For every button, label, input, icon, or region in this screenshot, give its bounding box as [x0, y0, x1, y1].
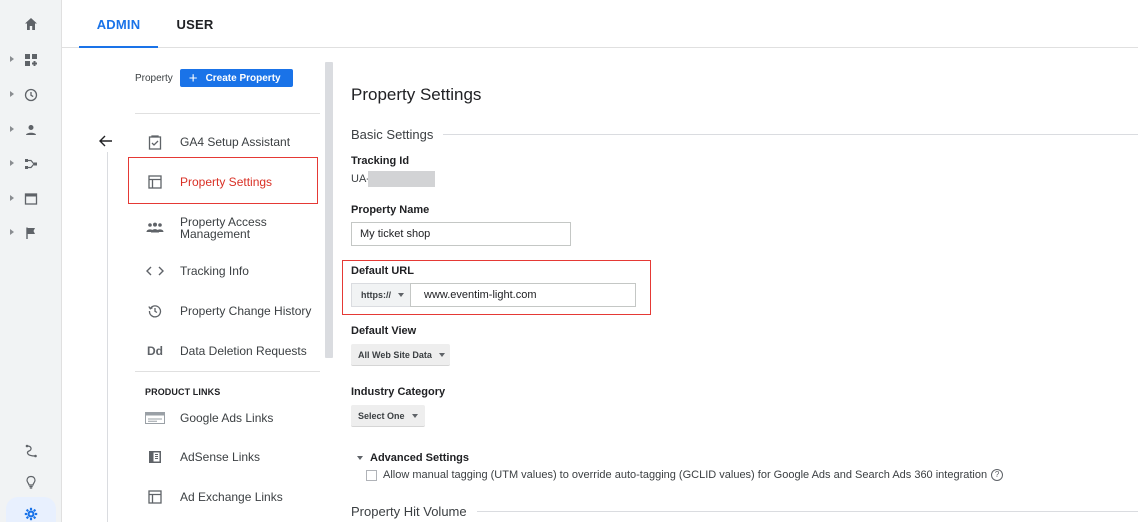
redacted-block	[368, 171, 435, 187]
property-name-value: My ticket shop	[360, 228, 431, 240]
chevron-down-icon	[438, 352, 445, 357]
default-view-value: All Web Site Data	[358, 349, 432, 360]
create-property-label: Create Property	[205, 72, 281, 84]
help-icon[interactable]: ?	[991, 469, 1004, 481]
sidebar-item-adsense-links[interactable]: AdSense Links	[135, 437, 320, 477]
sidebar-item-label: Data Deletion Requests	[180, 344, 307, 358]
tab-user[interactable]: USER	[173, 0, 217, 48]
acquisition-icon[interactable]	[0, 152, 62, 176]
dd-icon: Dd	[147, 344, 163, 358]
default-view-select[interactable]: All Web Site Data	[351, 344, 450, 366]
window-icon	[144, 490, 166, 504]
sidebar-item-label: Tracking Info	[180, 264, 249, 278]
sidebar-item-google-ads-links[interactable]: Google Ads Links	[135, 398, 320, 438]
customization-icon[interactable]	[0, 48, 62, 72]
home-icon[interactable]	[0, 12, 62, 36]
behavior-window-icon[interactable]	[0, 187, 62, 211]
plus-icon: +	[188, 69, 198, 87]
basic-settings-heading: Basic Settings	[351, 126, 434, 142]
adsense-icon	[144, 450, 166, 464]
sidebar-item-property-access-management[interactable]: Property Access Management	[135, 208, 320, 248]
attribution-icon[interactable]	[0, 439, 62, 463]
industry-category-select[interactable]: Select One	[351, 405, 425, 427]
conversions-flag-icon[interactable]	[0, 221, 62, 245]
property-header: Property + Create Property	[135, 68, 293, 88]
industry-category-value: Select One	[358, 410, 405, 421]
sidebar-item-label: Property Change History	[180, 304, 312, 318]
property-hit-volume-section: Property Hit Volume	[351, 503, 1138, 519]
create-property-button[interactable]: + Create Property	[179, 69, 293, 87]
expand-triangle-icon	[357, 456, 363, 460]
product-links-heading: PRODUCT LINKS	[145, 387, 221, 397]
history-icon	[144, 304, 166, 318]
default-view-label: Default View	[351, 325, 417, 337]
property-name-label: Property Name	[351, 204, 430, 216]
realtime-clock-icon[interactable]	[0, 83, 62, 107]
tracking-id-label: Tracking Id	[351, 155, 410, 167]
sidebar-item-data-deletion-requests[interactable]: Dd Data Deletion Requests	[135, 331, 320, 371]
advanced-settings-toggle[interactable]: Advanced Settings	[357, 452, 469, 464]
property-hit-volume-heading: Property Hit Volume	[351, 503, 467, 519]
sidebar-item-label: Ad Exchange Links	[180, 490, 283, 504]
manual-tagging-text: Allow manual tagging (UTM values) to ove…	[383, 469, 988, 481]
code-icon	[144, 265, 166, 277]
page-title: Property Settings	[351, 85, 482, 104]
sidebar-item-ad-exchange-links[interactable]: Ad Exchange Links	[135, 477, 320, 517]
analytics-admin-app: ADMIN USER Property + Create Property GA…	[0, 0, 1138, 522]
discover-bulb-icon[interactable]	[0, 470, 62, 494]
manual-tagging-checkbox[interactable]	[366, 469, 377, 481]
manual-tagging-option: Allow manual tagging (UTM values) to ove…	[366, 469, 1004, 481]
nav-divider	[135, 113, 320, 114]
sidebar-item-label: GA4 Setup Assistant	[180, 135, 291, 149]
sidebar-item-label: AdSense Links	[180, 450, 261, 464]
checklist-icon	[144, 134, 166, 150]
left-rail	[0, 0, 62, 522]
property-name-field[interactable]: My ticket shop	[351, 222, 571, 246]
sidebar-item-property-change-history[interactable]: Property Change History	[135, 291, 320, 331]
admin-tabs: ADMIN USER	[62, 0, 1138, 48]
sidebar-item-label: Google Ads Links	[180, 411, 274, 425]
people-icon	[144, 222, 166, 234]
highlight-box-default-url	[342, 260, 651, 315]
chevron-down-icon	[411, 413, 418, 418]
property-label: Property	[135, 72, 173, 84]
audience-person-icon[interactable]	[0, 118, 62, 142]
sidebar-item-ga4-setup-assistant[interactable]: GA4 Setup Assistant	[135, 122, 320, 162]
sidebar-item-tracking-info[interactable]: Tracking Info	[135, 251, 320, 291]
sidebar-scrollbar[interactable]	[325, 62, 333, 358]
advanced-settings-label: Advanced Settings	[370, 452, 470, 464]
tab-admin[interactable]: ADMIN	[79, 0, 158, 48]
admin-gear-icon[interactable]	[0, 502, 62, 522]
column-divider	[107, 152, 108, 522]
basic-settings-section: Basic Settings	[351, 126, 1138, 142]
ads-icon	[144, 412, 166, 424]
highlight-box-property-settings	[128, 157, 318, 204]
industry-category-label: Industry Category	[351, 386, 446, 398]
back-arrow-icon[interactable]	[94, 129, 118, 153]
sidebar-item-label: Property Access Management	[180, 215, 267, 241]
nav-divider	[135, 371, 320, 372]
